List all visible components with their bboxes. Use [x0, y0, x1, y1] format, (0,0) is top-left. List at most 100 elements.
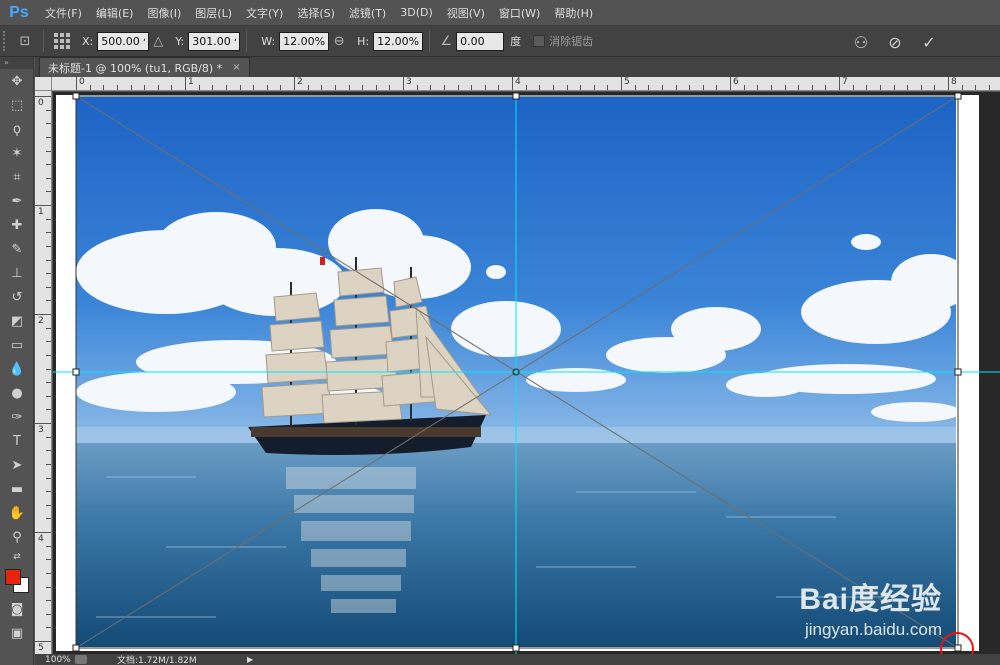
crop-tool-icon[interactable]: ⌗ — [0, 165, 34, 189]
options-grip[interactable] — [3, 31, 13, 51]
ruler-label: 8 — [951, 77, 957, 87]
menu-file[interactable]: 文件(F) — [38, 5, 89, 21]
transform-handle-bottom-left[interactable] — [72, 644, 80, 652]
antialias-checkbox[interactable] — [533, 35, 546, 47]
ruler-minor-tick — [89, 85, 91, 90]
type-tool-icon[interactable]: T — [0, 429, 34, 453]
brush-tool-icon[interactable]: ✎ — [0, 237, 34, 261]
canvas-area[interactable]: Bai度经验 jingyan.baidu.com — [53, 92, 1000, 654]
menu-3d[interactable]: 3D(D) — [393, 6, 440, 19]
menu-edit[interactable]: 编辑(E) — [89, 5, 141, 21]
swap-colors-icon[interactable]: ⇄ — [0, 549, 34, 565]
angle-unit: 度 — [510, 35, 522, 48]
h-label: H: — [357, 34, 370, 48]
x-position-field[interactable] — [97, 31, 150, 51]
panel-collapse-icon[interactable]: » — [0, 57, 33, 69]
divider — [246, 30, 248, 52]
transform-handle-top[interactable] — [512, 92, 520, 100]
y-position-field[interactable] — [188, 31, 241, 51]
ruler-minor-tick — [46, 177, 51, 179]
foreground-color-swatch[interactable] — [5, 569, 21, 585]
close-icon[interactable]: × — [232, 62, 240, 73]
menu-help[interactable]: 帮助(H) — [547, 5, 600, 21]
transform-handle-right[interactable] — [954, 368, 962, 376]
ruler-minor-tick — [879, 85, 881, 90]
ruler-minor-tick — [103, 85, 105, 90]
ruler-minor-tick — [46, 572, 51, 574]
menu-window[interactable]: 窗口(W) — [492, 5, 547, 21]
transform-handle-bottom[interactable] — [512, 644, 520, 652]
status-bar: 100% 文档:1.72M/1.82M ▶ — [35, 654, 1000, 665]
menu-select[interactable]: 选择(S) — [290, 5, 342, 21]
transform-handle-left[interactable] — [72, 368, 80, 376]
ruler-tick — [621, 77, 622, 90]
ruler-tick — [35, 641, 51, 642]
ruler-label: 4 — [515, 77, 521, 87]
menu-type[interactable]: 文字(Y) — [239, 5, 290, 21]
transform-handle-top-right[interactable] — [954, 92, 962, 100]
ruler-tick — [294, 77, 295, 90]
ruler-minor-tick — [157, 85, 159, 90]
menu-layer[interactable]: 图层(L) — [188, 5, 239, 21]
menu-image[interactable]: 图像(I) — [140, 5, 188, 21]
ruler-minor-tick — [798, 85, 800, 90]
healing-brush-tool-icon[interactable]: ✚ — [0, 213, 34, 237]
gradient-tool-icon[interactable]: ▭ — [0, 333, 34, 357]
transform-handle-top-left[interactable] — [72, 92, 80, 100]
ruler-tick — [948, 77, 949, 90]
document-tab-title: 未标题-1 @ 100% (tu1, RGB/8) * — [48, 61, 223, 75]
reference-point-grid-icon[interactable] — [50, 30, 74, 52]
cancel-transform-icon[interactable]: ⊘ — [884, 31, 906, 53]
link-icon[interactable]: ⊖ — [329, 30, 349, 52]
quick-mask-icon[interactable]: ◙ — [0, 597, 34, 621]
move-tool-icon[interactable]: ✥ — [0, 69, 34, 93]
ruler-minor-tick — [130, 85, 132, 90]
warp-mode-icon[interactable]: ⚇ — [850, 31, 872, 53]
zoom-tool-icon[interactable]: ⚲ — [0, 525, 34, 549]
ruler-tick — [35, 423, 51, 424]
ruler-minor-tick — [46, 463, 51, 465]
ruler-minor-tick — [907, 85, 909, 90]
vertical-ruler[interactable]: 0 1 2 3 4 5 — [35, 91, 52, 654]
ruler-origin[interactable] — [35, 77, 52, 91]
clone-stamp-tool-icon[interactable]: ⊥ — [0, 261, 34, 285]
height-field[interactable] — [373, 31, 424, 51]
baidu-watermark: Bai度经验 jingyan.baidu.com — [799, 574, 942, 640]
document-tab[interactable]: 未标题-1 @ 100% (tu1, RGB/8) * × — [39, 57, 250, 77]
menu-view[interactable]: 视图(V) — [440, 5, 492, 21]
divider — [429, 30, 431, 52]
photoshop-logo: Ps — [9, 3, 29, 21]
width-field[interactable] — [279, 31, 330, 51]
pen-tool-icon[interactable]: ✑ — [0, 405, 34, 429]
path-selection-tool-icon[interactable]: ➤ — [0, 453, 34, 477]
screen-mode-icon[interactable]: ▣ — [0, 621, 34, 645]
commit-transform-icon[interactable]: ✓ — [918, 31, 940, 53]
transform-tool-preset-icon[interactable]: ⊡ — [13, 30, 37, 52]
ruler-minor-tick — [825, 85, 827, 90]
ruler-minor-tick — [46, 409, 51, 411]
ruler-minor-tick — [893, 85, 895, 90]
hand-tool-icon[interactable]: ✋ — [0, 501, 34, 525]
lasso-tool-icon[interactable]: ϙ — [0, 117, 34, 141]
ruler-minor-tick — [852, 85, 854, 90]
ruler-minor-tick — [46, 150, 51, 152]
status-info-icon[interactable] — [75, 655, 87, 664]
ruler-minor-tick — [198, 85, 200, 90]
history-brush-tool-icon[interactable]: ↺ — [0, 285, 34, 309]
blur-tool-icon[interactable]: 💧 — [0, 357, 34, 381]
magic-wand-tool-icon[interactable]: ✶ — [0, 141, 34, 165]
eraser-tool-icon[interactable]: ◩ — [0, 309, 34, 333]
ruler-minor-tick — [46, 491, 51, 493]
rectangle-tool-icon[interactable]: ▬ — [0, 477, 34, 501]
menu-filter[interactable]: 滤镜(T) — [342, 5, 393, 21]
status-menu-arrow-icon[interactable]: ▶ — [247, 655, 253, 664]
delta-icon[interactable]: △ — [149, 30, 167, 52]
marquee-tool-icon[interactable]: ⬚ — [0, 93, 34, 117]
zoom-level[interactable]: 100% — [35, 655, 75, 665]
horizontal-ruler[interactable]: 0 1 2 3 4 5 6 7 8 — [52, 77, 1000, 91]
eyedropper-tool-icon[interactable]: ✒ — [0, 189, 34, 213]
dodge-tool-icon[interactable]: ● — [0, 381, 34, 405]
ruler-minor-tick — [375, 85, 377, 90]
rotation-angle-field[interactable] — [456, 31, 505, 51]
ruler-minor-tick — [46, 286, 51, 288]
